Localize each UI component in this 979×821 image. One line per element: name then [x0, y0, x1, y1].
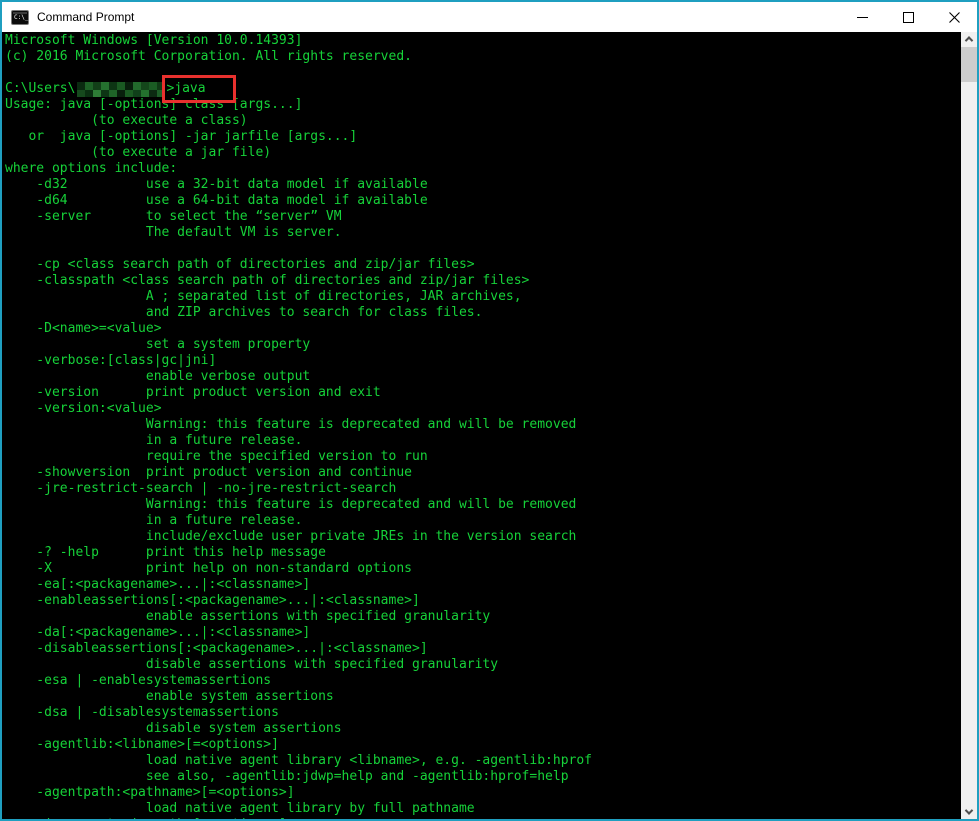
terminal-line: load native agent library <libname>, e.g…	[5, 753, 961, 769]
terminal-line: (to execute a jar file)	[5, 145, 961, 161]
close-button[interactable]	[931, 2, 977, 32]
title-bar[interactable]: Command Prompt	[2, 2, 977, 32]
terminal-line: in a future release.	[5, 513, 961, 529]
terminal-line: Warning: this feature is deprecated and …	[5, 497, 961, 513]
terminal-line: -X print help on non-standard options	[5, 561, 961, 577]
terminal-line: Usage: java [-options] class [args...]	[5, 97, 961, 113]
prompt-line: C:\Users\ >java	[5, 81, 961, 97]
maximize-icon	[903, 12, 914, 23]
terminal-line: -dsa | -disablesystemassertions	[5, 705, 961, 721]
terminal-line: A ; separated list of directories, JAR a…	[5, 289, 961, 305]
terminal-line: -da[:<packagename>...|:<classname>]	[5, 625, 961, 641]
terminal-line: -enableassertions[:<packagename>...|:<cl…	[5, 593, 961, 609]
terminal-line: -? -help print this help message	[5, 545, 961, 561]
terminal-line: enable assertions with specified granula…	[5, 609, 961, 625]
terminal-line: disable system assertions	[5, 721, 961, 737]
terminal-line: -version print product version and exit	[5, 385, 961, 401]
terminal-line: -agentpath:<pathname>[=<options>]	[5, 785, 961, 801]
terminal-line: -showversion print product version and c…	[5, 465, 961, 481]
maximize-button[interactable]	[885, 2, 931, 32]
redacted-username-mosaic	[77, 82, 163, 97]
terminal-line: load native agent library by full pathna…	[5, 801, 961, 817]
chevron-up-icon	[965, 36, 973, 44]
window-title: Command Prompt	[37, 10, 134, 24]
terminal-line: set a system property	[5, 337, 961, 353]
close-icon	[949, 12, 960, 23]
terminal-line: disable assertions with specified granul…	[5, 657, 961, 673]
terminal-line: enable system assertions	[5, 689, 961, 705]
terminal-line: -classpath <class search path of directo…	[5, 273, 961, 289]
scrollbar-thumb[interactable]	[961, 47, 977, 82]
terminal-line: or java [-options] -jar jarfile [args...…	[5, 129, 961, 145]
terminal-line: -jre-restrict-search | -no-jre-restrict-…	[5, 481, 961, 497]
terminal-line: Warning: this feature is deprecated and …	[5, 417, 961, 433]
terminal-line	[5, 241, 961, 257]
terminal-line: -javaagent:<jarpath>[=<options>]	[5, 817, 961, 819]
terminal-line: -server to select the “server” VM	[5, 209, 961, 225]
terminal-line: enable verbose output	[5, 369, 961, 385]
terminal-line: require the specified version to run	[5, 449, 961, 465]
terminal-line: -d64 use a 64-bit data model if availabl…	[5, 193, 961, 209]
terminal-line: -ea[:<packagename>...|:<classname>]	[5, 577, 961, 593]
scroll-down-arrow[interactable]	[961, 805, 977, 819]
terminal-line: where options include:	[5, 161, 961, 177]
chevron-down-icon	[965, 806, 973, 814]
scrollbar[interactable]	[961, 32, 977, 819]
terminal-line: -agentlib:<libname>[=<options>]	[5, 737, 961, 753]
prompt-path: C:\Users\	[5, 81, 75, 97]
terminal-line: -verbose:[class|gc|jni]	[5, 353, 961, 369]
terminal-line: -disableassertions[:<packagename>...|:<c…	[5, 641, 961, 657]
console-area[interactable]: Microsoft Windows [Version 10.0.14393](c…	[2, 32, 977, 819]
window-controls	[839, 2, 977, 32]
terminal-line: in a future release.	[5, 433, 961, 449]
scroll-up-arrow[interactable]	[961, 32, 977, 46]
terminal-line: and ZIP archives to search for class fil…	[5, 305, 961, 321]
terminal-line	[5, 65, 961, 81]
terminal-line: -D<name>=<value>	[5, 321, 961, 337]
terminal-line: -version:<value>	[5, 401, 961, 417]
terminal-line: include/exclude user private JREs in the…	[5, 529, 961, 545]
terminal-line: (to execute a class)	[5, 113, 961, 129]
cmd-icon[interactable]	[11, 10, 29, 25]
terminal-line: The default VM is server.	[5, 225, 961, 241]
terminal-line: -d32 use a 32-bit data model if availabl…	[5, 177, 961, 193]
terminal-line: (c) 2016 Microsoft Corporation. All righ…	[5, 49, 961, 65]
minimize-icon	[857, 12, 868, 23]
terminal-line: Microsoft Windows [Version 10.0.14393]	[5, 33, 961, 49]
terminal-output: Microsoft Windows [Version 10.0.14393](c…	[2, 32, 961, 819]
terminal-line: -esa | -enablesystemassertions	[5, 673, 961, 689]
minimize-button[interactable]	[839, 2, 885, 32]
terminal-line: see also, -agentlib:jdwp=help and -agent…	[5, 769, 961, 785]
command-prompt-window: Command Prompt Microsoft Windows [Versio…	[0, 0, 979, 821]
terminal-line: -cp <class search path of directories an…	[5, 257, 961, 273]
typed-command: >java	[166, 81, 205, 97]
